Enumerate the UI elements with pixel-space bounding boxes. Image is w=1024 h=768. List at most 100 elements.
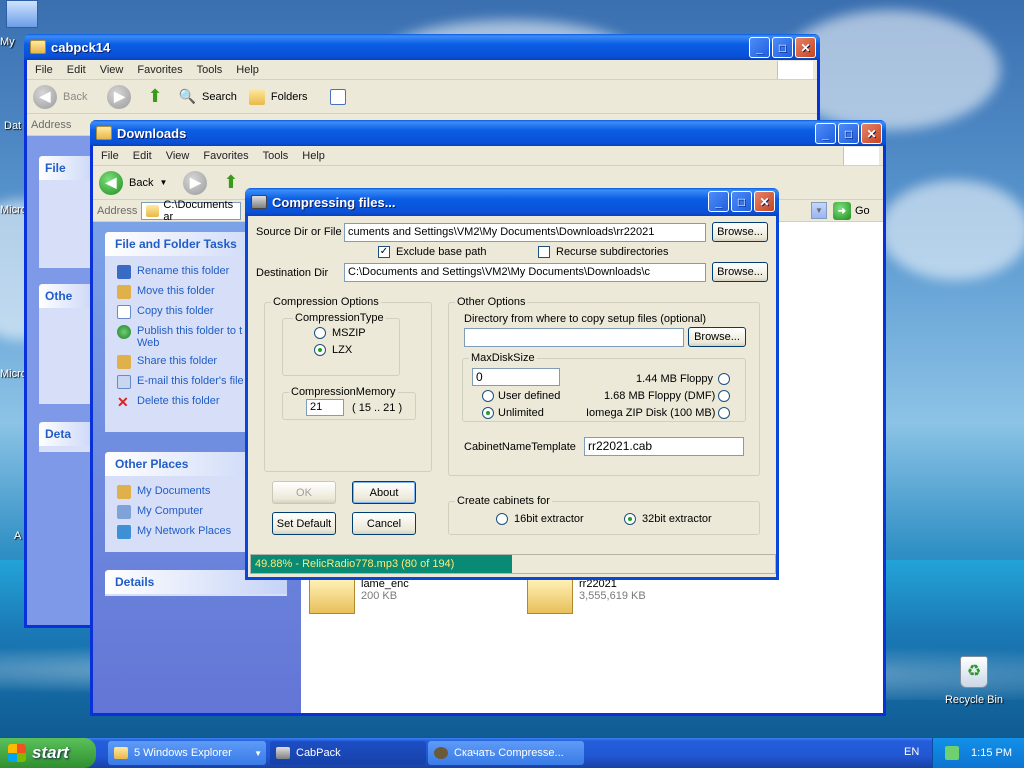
minimize-button[interactable]: _ bbox=[708, 191, 729, 212]
dest-input[interactable]: C:\Documents and Settings\VM2\My Documen… bbox=[344, 263, 706, 282]
menu-bar: File Edit View Favorites Tools Help bbox=[93, 146, 883, 166]
recurse-checkbox[interactable] bbox=[538, 246, 550, 258]
views-icon[interactable] bbox=[329, 88, 346, 105]
network-icon bbox=[117, 525, 131, 539]
menu-tools[interactable]: Tools bbox=[263, 150, 289, 162]
address-dropdown-button[interactable]: ▼ bbox=[811, 202, 827, 219]
desktop-icon-micro-1[interactable]: Micro bbox=[0, 204, 27, 216]
file-item-rr22021[interactable]: rr22021 3,555,619 KB bbox=[527, 578, 646, 614]
dialog-compressing-files[interactable]: Compressing files... _ □ ✕ Source Dir or… bbox=[245, 188, 779, 580]
lzx-label: LZX bbox=[332, 344, 353, 356]
setup-dir-input[interactable] bbox=[464, 328, 684, 347]
menu-file[interactable]: File bbox=[35, 64, 53, 76]
file-item-lame-enc[interactable]: lame_enc 200 KB bbox=[309, 578, 409, 614]
bit32-radio[interactable] bbox=[624, 513, 636, 525]
email-icon bbox=[117, 375, 131, 389]
dialog-title: Compressing files... bbox=[272, 194, 396, 210]
mszip-radio[interactable] bbox=[314, 327, 326, 339]
menu-favorites[interactable]: Favorites bbox=[203, 150, 248, 162]
maxdisk-input[interactable]: 0 bbox=[472, 368, 560, 386]
menu-edit[interactable]: Edit bbox=[67, 64, 86, 76]
back-arrow-icon[interactable]: ◀ bbox=[99, 170, 123, 195]
desktop-icon-micro-2[interactable]: Micro bbox=[0, 368, 27, 380]
dest-browse-button[interactable]: Browse... bbox=[712, 262, 768, 282]
menu-tools[interactable]: Tools bbox=[197, 64, 223, 76]
forward-arrow-icon[interactable]: ▶ bbox=[107, 84, 132, 109]
menu-help[interactable]: Help bbox=[302, 150, 325, 162]
forward-arrow-icon[interactable]: ▶ bbox=[183, 170, 208, 195]
exclude-base-checkbox[interactable]: ✓ bbox=[378, 246, 390, 258]
close-button[interactable]: ✕ bbox=[754, 191, 775, 212]
recurse-label: Recurse subdirectories bbox=[556, 246, 669, 258]
search-icon: 🔍 bbox=[178, 88, 196, 104]
taskbar-item-cabpack[interactable]: CabPack bbox=[270, 741, 426, 765]
cab-template-input[interactable]: rr22021.cab bbox=[584, 437, 744, 456]
dialog-title-bar[interactable]: Compressing files... _ □ ✕ bbox=[245, 188, 779, 216]
back-button[interactable]: Back bbox=[63, 91, 87, 103]
progress-text: 49.88% - RelicRadio778.mp3 (80 of 194) bbox=[255, 558, 455, 570]
title-bar[interactable]: cabpck14 _ □ ✕ bbox=[24, 34, 820, 60]
browser-icon bbox=[434, 747, 448, 759]
setup-browse-button[interactable]: Browse... bbox=[688, 327, 746, 347]
zip-disk-radio[interactable] bbox=[718, 407, 730, 419]
cabpack-icon bbox=[251, 195, 267, 209]
clock[interactable]: 1:15 PM bbox=[971, 747, 1012, 759]
floppy-144-radio[interactable] bbox=[718, 373, 730, 385]
minimize-button[interactable]: _ bbox=[815, 123, 836, 144]
ok-button[interactable]: OK bbox=[272, 481, 336, 504]
desktop-icon-recycle-bin[interactable]: ♻ Recycle Bin bbox=[940, 656, 1008, 706]
user-defined-radio[interactable] bbox=[482, 390, 494, 402]
set-default-button[interactable]: Set Default bbox=[272, 512, 336, 535]
go-button[interactable]: Go bbox=[855, 205, 870, 217]
dropdown-arrow-icon[interactable]: ▼ bbox=[159, 178, 167, 187]
taskbar-item-browser[interactable]: Скачать Compresse... bbox=[428, 741, 584, 765]
desktop-icon-dat[interactable]: Dat bbox=[4, 120, 21, 132]
cancel-button[interactable]: Cancel bbox=[352, 512, 416, 535]
search-button[interactable]: Search bbox=[202, 91, 237, 103]
language-indicator[interactable]: EN bbox=[904, 746, 919, 758]
close-button[interactable]: ✕ bbox=[795, 37, 816, 58]
network-tray-icon[interactable] bbox=[945, 746, 960, 760]
create-cabinets-group: Create cabinets for bbox=[448, 495, 760, 535]
minimize-button[interactable]: _ bbox=[749, 37, 770, 58]
maximize-button[interactable]: □ bbox=[838, 123, 859, 144]
source-browse-button[interactable]: Browse... bbox=[712, 222, 768, 242]
windows-flag-icon bbox=[843, 147, 879, 165]
menu-edit[interactable]: Edit bbox=[133, 150, 152, 162]
copy-icon bbox=[117, 305, 131, 319]
floppy-168-radio[interactable] bbox=[718, 390, 730, 402]
source-input[interactable]: cuments and Settings\VM2\My Documents\Do… bbox=[344, 223, 706, 242]
share-icon bbox=[117, 355, 131, 369]
dest-label: Destination Dir bbox=[256, 267, 329, 279]
windows-flag-icon bbox=[777, 61, 813, 79]
unlimited-radio[interactable] bbox=[482, 407, 494, 419]
folder-icon bbox=[117, 485, 131, 499]
memory-input[interactable]: 21 bbox=[306, 399, 344, 416]
menu-favorites[interactable]: Favorites bbox=[137, 64, 182, 76]
bit16-radio[interactable] bbox=[496, 513, 508, 525]
desktop-icon-a[interactable]: A bbox=[14, 530, 21, 542]
close-button[interactable]: ✕ bbox=[861, 123, 882, 144]
lzx-radio[interactable] bbox=[314, 344, 326, 356]
address-input[interactable]: C:\Documents ar bbox=[141, 199, 242, 223]
maximize-button[interactable]: □ bbox=[772, 37, 793, 58]
group-arrow-icon: ▼ bbox=[254, 748, 262, 758]
window-title: cabpck14 bbox=[51, 39, 111, 55]
about-button[interactable]: About bbox=[352, 481, 416, 504]
back-arrow-icon[interactable]: ◀ bbox=[33, 84, 57, 109]
start-button[interactable]: start bbox=[0, 738, 96, 768]
title-bar[interactable]: Downloads _ □ ✕ bbox=[90, 120, 886, 146]
menu-view[interactable]: View bbox=[166, 150, 190, 162]
menu-help[interactable]: Help bbox=[236, 64, 259, 76]
zip-disk-label: Iomega ZIP Disk (100 MB) bbox=[586, 407, 716, 419]
folders-button[interactable]: Folders bbox=[271, 91, 308, 103]
maximize-button[interactable]: □ bbox=[731, 191, 752, 212]
folder-icon bbox=[146, 204, 160, 217]
taskbar-item-explorer[interactable]: 5 Windows Explorer ▼ bbox=[108, 741, 266, 765]
go-arrow-icon[interactable]: ➜ bbox=[833, 202, 851, 220]
back-button[interactable]: Back bbox=[129, 177, 153, 189]
up-folder-icon[interactable]: ⬆ bbox=[223, 172, 238, 193]
menu-view[interactable]: View bbox=[100, 64, 124, 76]
up-folder-icon[interactable]: ⬆ bbox=[147, 86, 162, 107]
menu-file[interactable]: File bbox=[101, 150, 119, 162]
